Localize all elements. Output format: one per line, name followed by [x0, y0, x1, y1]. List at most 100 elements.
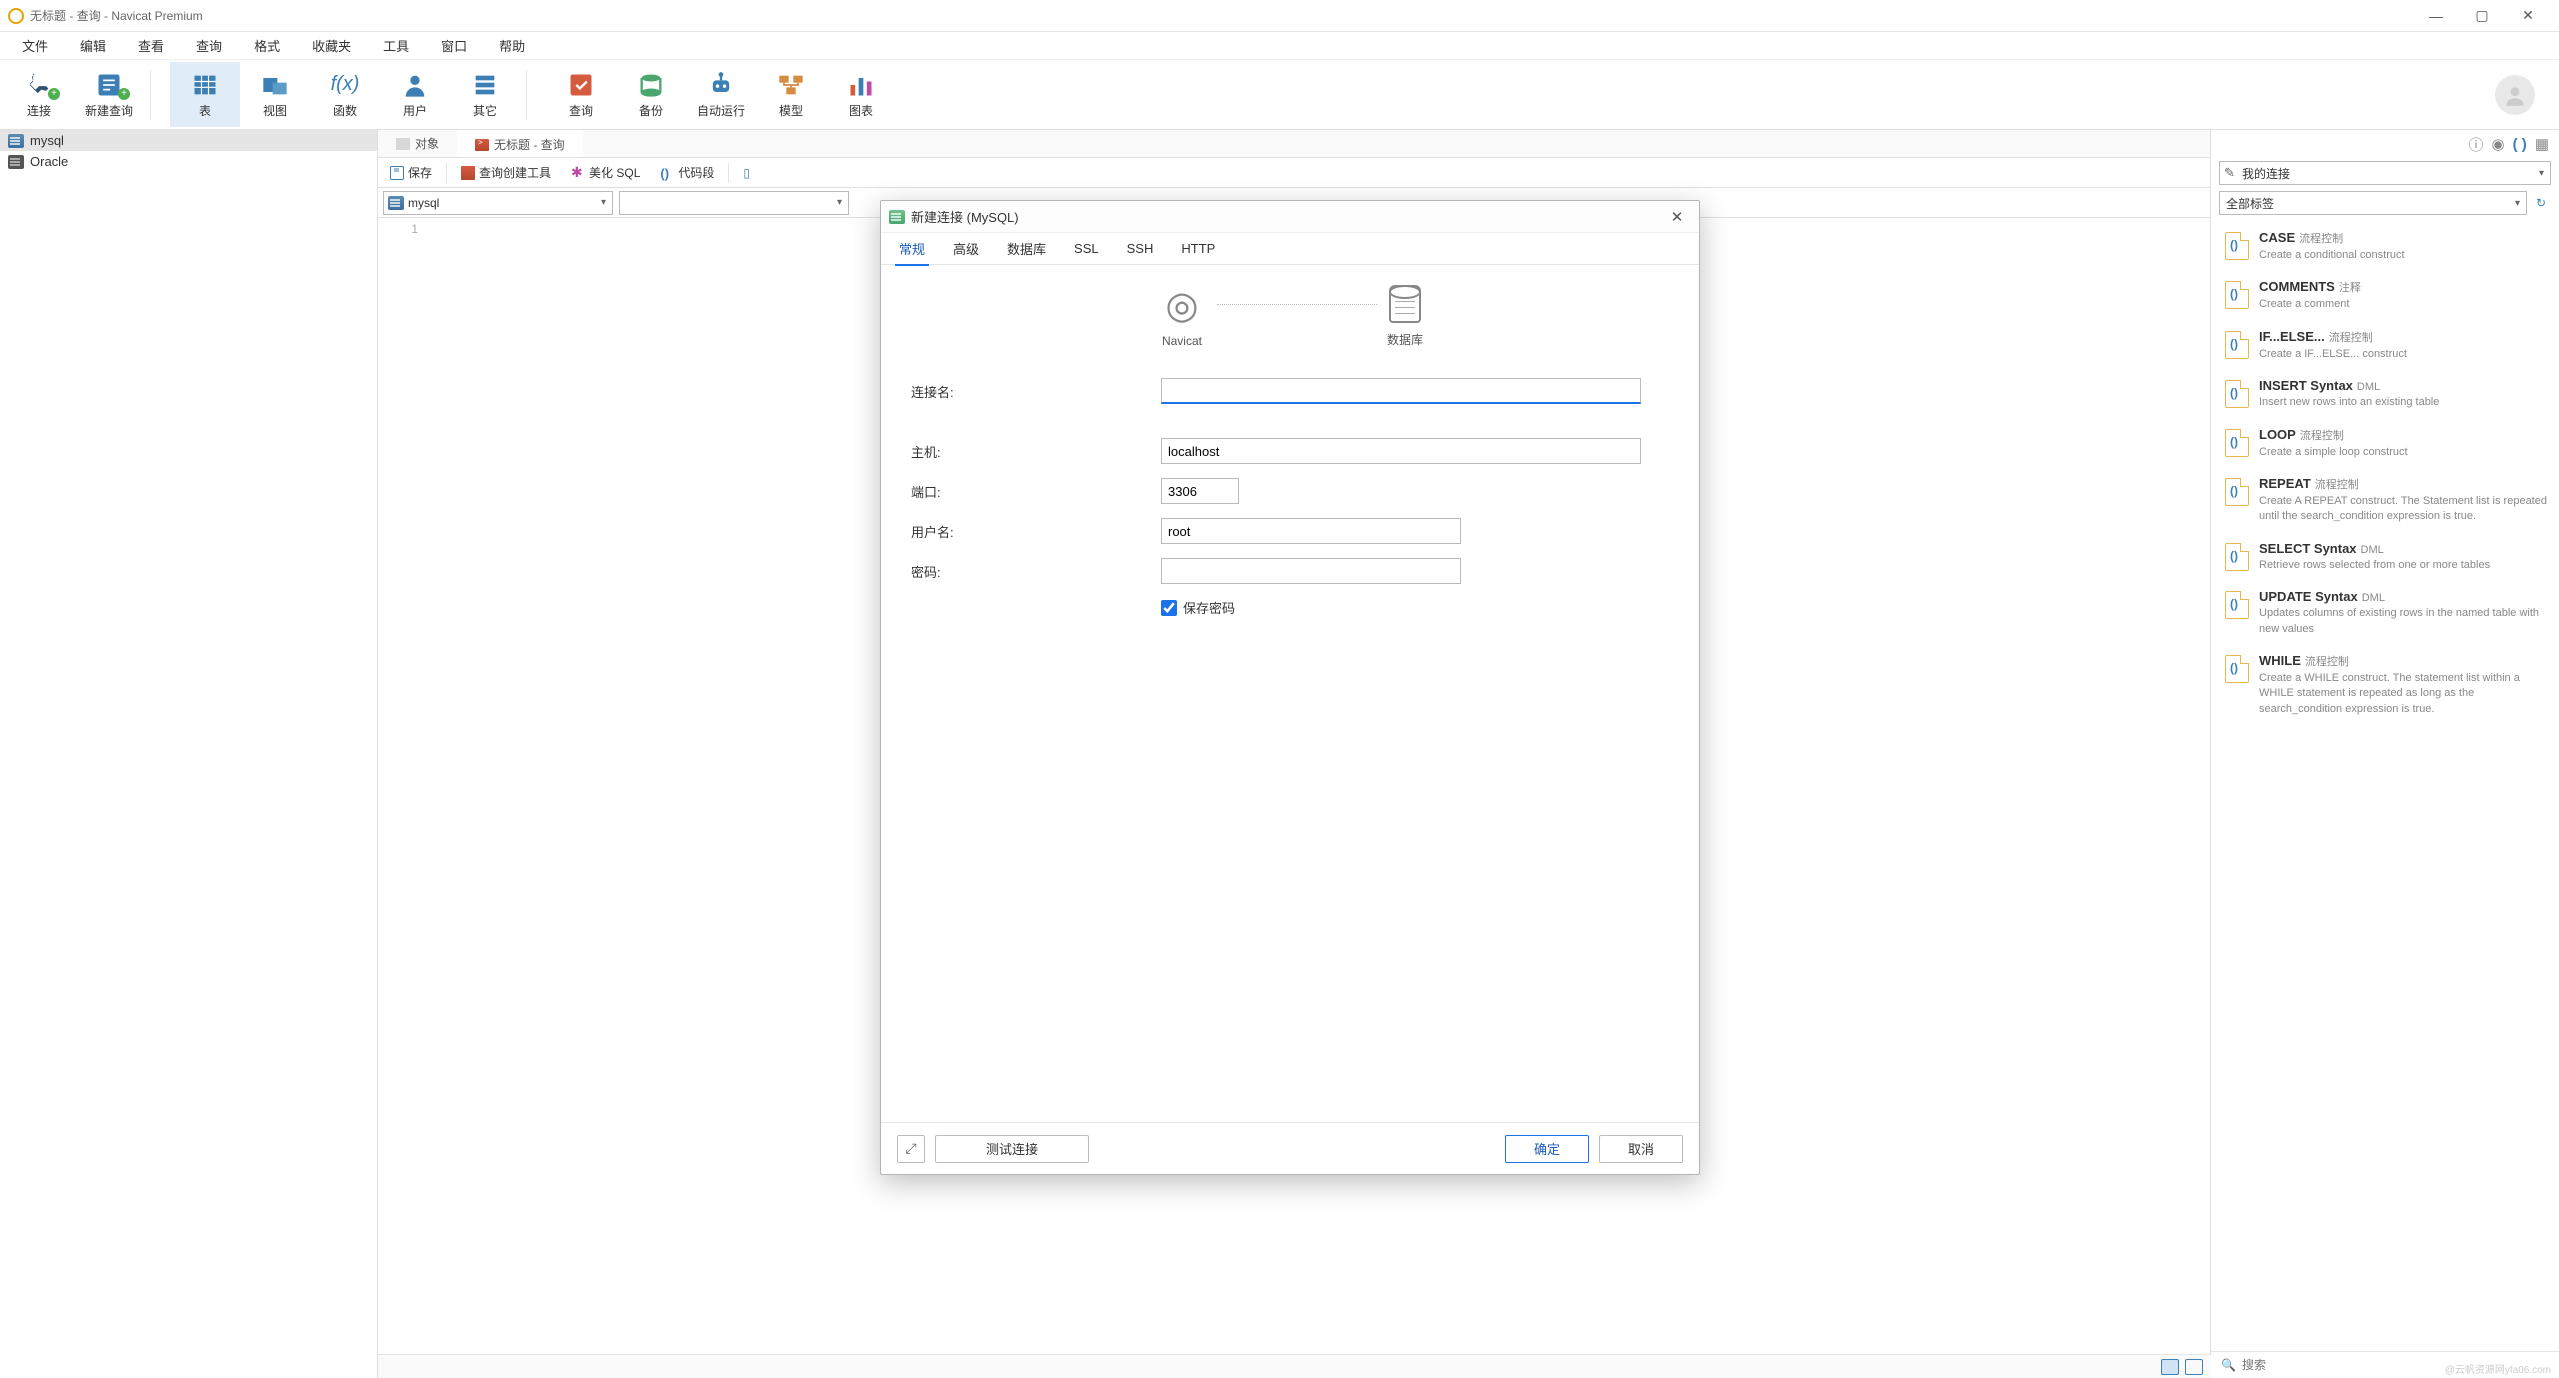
query-builder-button[interactable]: 查询创建工具: [451, 160, 561, 185]
query-tool-more[interactable]: ▯: [733, 162, 760, 184]
dialog-body: ◎ Navicat 数据库 连接名: 主机: 端口:: [881, 265, 1699, 1122]
dialog-tab-advanced[interactable]: 高级: [949, 233, 983, 264]
view-mode-detail-icon[interactable]: [2185, 1359, 2203, 1375]
connection-label: mysql: [30, 133, 64, 148]
tool-auto-run[interactable]: 自动运行: [686, 62, 756, 127]
dialog-tab-ssh[interactable]: SSH: [1123, 235, 1158, 262]
close-button[interactable]: ✕: [2505, 0, 2551, 32]
snippet-icon: [2225, 655, 2249, 683]
tool-label: 连接: [27, 102, 51, 119]
snippet-category: DML: [2362, 592, 2385, 604]
dialog-tab-database[interactable]: 数据库: [1003, 233, 1050, 264]
connection-item-mysql[interactable]: mysql: [0, 130, 377, 151]
tab-query[interactable]: 无标题 - 查询: [457, 130, 583, 157]
tool-chart[interactable]: 图表: [826, 62, 896, 127]
menu-view[interactable]: 查看: [122, 32, 180, 59]
dialog-tab-general[interactable]: 常规: [895, 233, 929, 266]
refresh-icon[interactable]: ↻: [2531, 193, 2551, 213]
my-connections-select[interactable]: ✎ 我的连接: [2219, 161, 2551, 185]
tool-query[interactable]: 查询: [546, 62, 616, 127]
right-sidebar: ⓘ ◉ ( ) ▦ ✎ 我的连接 全部标签 ↻ CASE流程控制Create a…: [2211, 130, 2559, 1378]
menu-favorites[interactable]: 收藏夹: [296, 32, 367, 59]
snippet-item[interactable]: LOOP流程控制Create a simple loop construct: [2211, 419, 2559, 468]
test-connection-button[interactable]: 测试连接: [935, 1135, 1089, 1163]
tool-table[interactable]: 表: [170, 62, 240, 127]
qbtn-label: 查询创建工具: [479, 164, 551, 181]
grid-icon[interactable]: ▦: [2535, 135, 2549, 153]
app-icon: [8, 8, 24, 24]
view-mode-grid-icon[interactable]: [2161, 1359, 2179, 1375]
tab-objects[interactable]: 对象: [378, 130, 457, 157]
table-icon: [191, 71, 219, 99]
tool-other[interactable]: 其它: [450, 62, 520, 127]
dialog-close-button[interactable]: ✕: [1663, 208, 1691, 226]
menu-query[interactable]: 查询: [180, 32, 238, 59]
dialog-tabs: 常规 高级 数据库 SSL SSH HTTP: [881, 233, 1699, 265]
snippet-list: CASE流程控制Create a conditional constructCO…: [2211, 218, 2559, 1351]
snippet-item[interactable]: INSERT SyntaxDMLInsert new rows into an …: [2211, 370, 2559, 418]
navicat-node: ◎ Navicat: [1157, 286, 1207, 348]
menu-help[interactable]: 帮助: [483, 32, 541, 59]
conn-name-input[interactable]: [1161, 378, 1641, 404]
cancel-button[interactable]: 取消: [1599, 1135, 1683, 1163]
qbtn-label: 代码段: [678, 164, 714, 181]
user-input[interactable]: [1161, 518, 1461, 544]
menu-tools[interactable]: 工具: [367, 32, 425, 59]
menu-format[interactable]: 格式: [238, 32, 296, 59]
code-segment-button[interactable]: ()代码段: [650, 160, 724, 185]
line-gutter: 1: [378, 218, 426, 1378]
beautify-sql-button[interactable]: ✱美化 SQL: [561, 160, 650, 185]
snippet-item[interactable]: REPEAT流程控制Create A REPEAT construct. The…: [2211, 468, 2559, 533]
menu-window[interactable]: 窗口: [425, 32, 483, 59]
snippet-description: Insert new rows into an existing table: [2259, 395, 2547, 410]
right-icon-row: ⓘ ◉ ( ) ▦: [2211, 130, 2559, 158]
menu-edit[interactable]: 编辑: [64, 32, 122, 59]
braces-icon[interactable]: ( ): [2513, 136, 2527, 153]
port-input[interactable]: [1161, 478, 1239, 504]
divider: [728, 163, 729, 183]
connection-select[interactable]: mysql: [383, 191, 613, 215]
database-select[interactable]: [619, 191, 849, 215]
snippet-item[interactable]: WHILE流程控制Create a WHILE construct. The s…: [2211, 645, 2559, 725]
snippet-item[interactable]: COMMENTS注释Create a comment: [2211, 271, 2559, 320]
query-icon: [567, 71, 595, 99]
user-avatar-area: [2495, 75, 2535, 115]
snippet-item[interactable]: UPDATE SyntaxDMLUpdates columns of exist…: [2211, 581, 2559, 645]
menu-file[interactable]: 文件: [6, 32, 64, 59]
dialog-expand-button[interactable]: ⤢: [897, 1135, 925, 1163]
tool-label: 新建查询: [85, 102, 133, 119]
maximize-button[interactable]: ▢: [2459, 0, 2505, 32]
database-icon: [1389, 285, 1421, 323]
eye-icon[interactable]: ◉: [2492, 135, 2505, 153]
snippet-item[interactable]: IF...ELSE...流程控制Create a IF...ELSE... co…: [2211, 321, 2559, 370]
snippet-item[interactable]: SELECT SyntaxDMLRetrieve rows selected f…: [2211, 533, 2559, 581]
window-controls: — ▢ ✕: [2413, 0, 2551, 32]
tool-model[interactable]: 模型: [756, 62, 826, 127]
dialog-tab-http[interactable]: HTTP: [1177, 235, 1219, 262]
tool-user[interactable]: 用户: [380, 62, 450, 127]
window-title: 无标题 - 查询 - Navicat Premium: [30, 7, 2413, 24]
tool-new-query[interactable]: + 新建查询: [74, 62, 144, 127]
minimize-button[interactable]: —: [2413, 0, 2459, 32]
save-button[interactable]: 保存: [380, 160, 442, 185]
ok-button[interactable]: 确定: [1505, 1135, 1589, 1163]
avatar-icon[interactable]: [2495, 75, 2535, 115]
tool-backup[interactable]: 备份: [616, 62, 686, 127]
form-spacer: [911, 418, 1669, 438]
password-input[interactable]: [1161, 558, 1461, 584]
connection-item-oracle[interactable]: Oracle: [0, 151, 377, 172]
tool-function[interactable]: f(x) 函数: [310, 62, 380, 127]
info-icon[interactable]: ⓘ: [2469, 134, 2484, 155]
dialog-title-text: 新建连接 (MySQL): [911, 207, 1663, 226]
tool-view[interactable]: 视图: [240, 62, 310, 127]
query-tab-icon: [475, 139, 489, 151]
save-password-checkbox[interactable]: [1161, 600, 1177, 616]
plus-badge-icon: +: [48, 88, 60, 100]
tool-label: 用户: [403, 102, 427, 119]
tags-select[interactable]: 全部标签: [2219, 191, 2527, 215]
tool-connect[interactable]: + 连接: [4, 62, 74, 127]
snippet-item[interactable]: CASE流程控制Create a conditional construct: [2211, 222, 2559, 271]
snippet-title: INSERT Syntax: [2259, 378, 2353, 393]
dialog-tab-ssl[interactable]: SSL: [1070, 235, 1103, 262]
host-input[interactable]: [1161, 438, 1641, 464]
